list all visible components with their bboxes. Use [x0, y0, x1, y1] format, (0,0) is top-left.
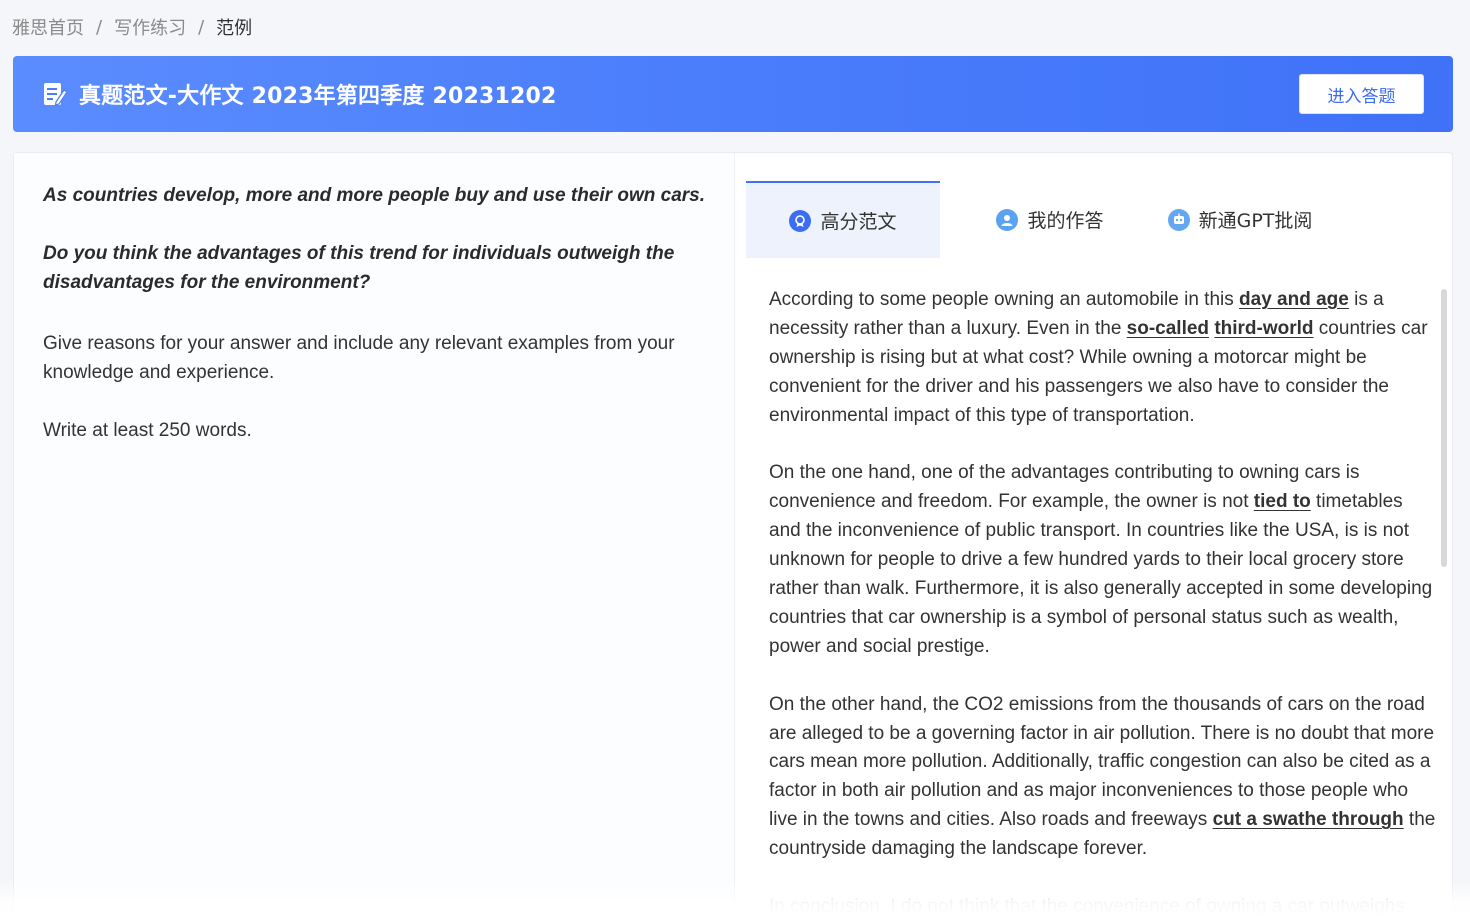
- word-count-requirement: Write at least 250 words.: [43, 420, 252, 441]
- tab-label: 高分范文: [820, 211, 897, 233]
- vocab-highlight[interactable]: day and age: [1239, 289, 1349, 310]
- question-instruction: Give reasons for your answer and include…: [43, 333, 675, 383]
- model-essay: According to some people owning an autom…: [769, 286, 1439, 916]
- breadcrumb-separator: /: [198, 16, 205, 38]
- breadcrumb-ielts-home[interactable]: 雅思首页: [12, 14, 84, 40]
- enter-answer-button[interactable]: 进入答题: [1299, 74, 1424, 114]
- tab-high-score-essay[interactable]: 高分范文: [746, 181, 940, 258]
- tab-gpt-review[interactable]: 新通GPT批阅: [1140, 181, 1340, 258]
- edit-document-icon: [44, 83, 67, 106]
- answer-tabs: 高分范文 我的作答 新通GPT批阅: [746, 181, 1446, 258]
- breadcrumb-writing-practice[interactable]: 写作练习: [114, 14, 186, 40]
- vocab-highlight[interactable]: tied to: [1254, 491, 1311, 512]
- breadcrumb-example: 范例: [216, 18, 253, 39]
- essay-paragraph: On the one hand, one of the advantages c…: [769, 462, 1433, 657]
- essay-paragraph: According to some people owning an autom…: [769, 289, 1428, 426]
- essay-scrollbar[interactable]: [1441, 289, 1447, 567]
- question-statement: As countries develop, more and more peop…: [43, 185, 705, 206]
- answer-panel: 高分范文 我的作答 新通GPT批阅 According to some peop…: [746, 181, 1446, 916]
- page-header-banner: 真题范文-大作文 2023年第四季度 20231202 进入答题: [13, 56, 1453, 132]
- tab-label: 新通GPT批阅: [1198, 210, 1313, 232]
- vocab-highlight[interactable]: cut a swathe through: [1213, 809, 1404, 830]
- tab-label: 我的作答: [1027, 210, 1104, 232]
- vocab-highlight[interactable]: so-called: [1127, 318, 1209, 339]
- user-icon: [996, 208, 1019, 231]
- main-content: As countries develop, more and more peop…: [13, 152, 1453, 916]
- breadcrumb: 雅思首页 / 写作练习 / 范例: [12, 14, 252, 40]
- award-badge-icon: [789, 209, 812, 232]
- essay-paragraph: On the other hand, the CO2 emissions fro…: [769, 693, 1436, 860]
- essay-paragraph: In conclusion, I do not think that the c…: [769, 895, 1405, 916]
- tab-my-answer[interactable]: 我的作答: [960, 181, 1140, 258]
- robot-icon: [1167, 208, 1190, 231]
- breadcrumb-separator: /: [96, 16, 103, 38]
- page-title: 真题范文-大作文 2023年第四季度 20231202: [79, 84, 557, 109]
- question-prompt: Do you think the advantages of this tren…: [43, 243, 675, 293]
- question-panel: As countries develop, more and more peop…: [14, 153, 735, 916]
- vocab-highlight[interactable]: third-world: [1214, 318, 1313, 339]
